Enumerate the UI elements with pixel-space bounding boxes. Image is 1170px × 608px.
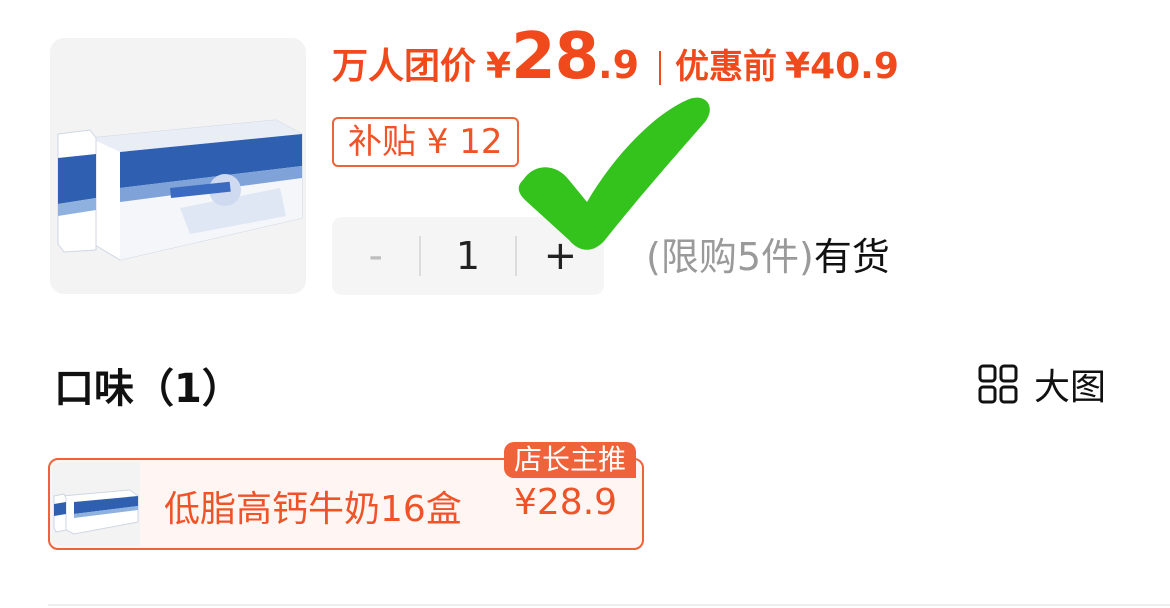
milk-carton-box-image: [57, 119, 303, 261]
subsidy-badge: 补贴 ¥ 12: [332, 117, 519, 167]
price-integer: 28: [511, 20, 599, 94]
price-decimal: .9: [598, 43, 640, 87]
original-price-label: 优惠前: [675, 47, 778, 87]
flavor-section-title: 口味（1）: [54, 366, 242, 412]
big-image-label: 大图: [1034, 367, 1107, 408]
milk-carton-box-thumbnail: [53, 489, 139, 535]
green-check-mark-icon: [518, 97, 710, 250]
variant-thumbnail: [52, 462, 140, 546]
decrease-quantity-button[interactable]: -: [332, 217, 419, 295]
variant-name: 低脂高钙牛奶16盒: [164, 489, 462, 530]
original-price: ¥40.9: [785, 46, 899, 87]
group-price-label: 万人团价: [332, 46, 477, 87]
price-separator: [659, 51, 662, 85]
price-row: 万人团价 ¥ 28 .9 优惠前 ¥40.9: [332, 20, 899, 100]
product-image[interactable]: [50, 38, 306, 294]
variant-price: ¥28.9: [514, 482, 618, 523]
grid-icon: [978, 364, 1018, 404]
price-currency: ¥: [486, 46, 512, 87]
recommended-badge: 店长主推: [504, 442, 637, 478]
quantity-value[interactable]: 1: [421, 234, 514, 278]
section-divider: [48, 604, 1170, 606]
big-image-toggle[interactable]: 大图: [978, 358, 1106, 410]
stock-status: 有货: [813, 235, 890, 279]
